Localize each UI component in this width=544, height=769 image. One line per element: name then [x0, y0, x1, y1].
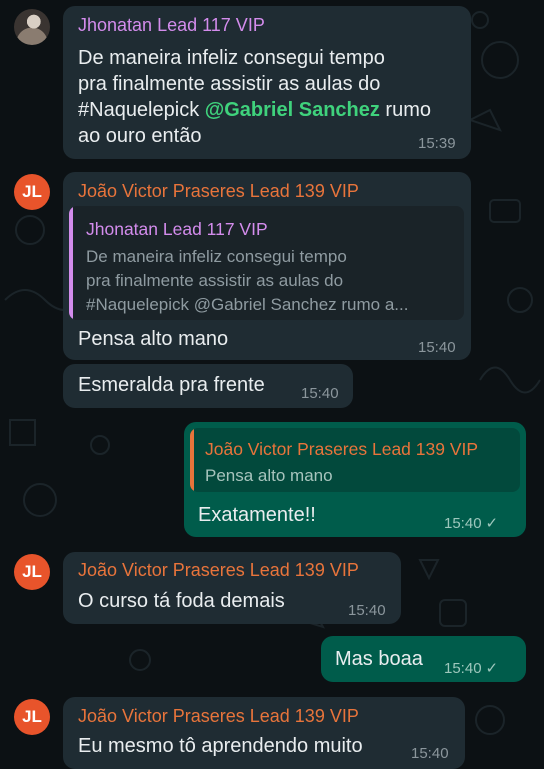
message-time: 15:40: [348, 602, 386, 619]
quote-line: #Naquelepick @Gabriel Sanchez rumo a...: [86, 295, 409, 314]
sender-name[interactable]: Jhonatan Lead 117 VIP: [78, 15, 265, 36]
message-row[interactable]: Esmeralda pra frente 15:40: [0, 364, 544, 412]
message-text: Eu mesmo tô aprendendo muito: [78, 735, 363, 757]
message-row[interactable]: João Victor Praseres Lead 139 VIP Pensa …: [0, 422, 544, 542]
message-time: 15:40 ✓: [444, 514, 498, 532]
message-row[interactable]: Jhonatan Lead 117 VIP De maneira infeliz…: [0, 0, 544, 165]
quote-sender: João Victor Praseres Lead 139 VIP: [205, 439, 479, 459]
message-time-value: 15:40: [444, 660, 482, 677]
message-bubble[interactable]: João Victor Praseres Lead 139 VIP Jhonat…: [63, 172, 471, 360]
user-avatar[interactable]: JL: [14, 554, 50, 590]
message-bubble[interactable]: João Victor Praseres Lead 139 VIP Pensa …: [184, 422, 526, 537]
quote-line: De maneira infeliz consegui tempo: [86, 247, 347, 266]
quote-sender: Jhonatan Lead 117 VIP: [86, 219, 268, 239]
message-line: #Naquelepick @Gabriel Sanchez rumo: [78, 97, 431, 124]
message-line: ao ouro então: [78, 125, 202, 147]
message-time-value: 15:40: [444, 515, 482, 532]
message-time: 15:40 ✓: [444, 659, 498, 677]
message-bubble[interactable]: Mas boaa 15:40 ✓: [321, 636, 526, 682]
message-line: pra finalmente assistir as aulas do: [78, 73, 381, 95]
message-text: Mas boaa: [335, 648, 423, 670]
single-check-icon: ✓: [485, 515, 499, 532]
message-row[interactable]: Mas boaa 15:40 ✓: [0, 636, 544, 686]
quote-line: pra finalmente assistir as aulas do: [86, 271, 344, 290]
quote-bar: [69, 206, 73, 320]
message-row[interactable]: JL João Victor Praseres Lead 139 VIP O c…: [0, 550, 544, 630]
sender-name[interactable]: João Victor Praseres Lead 139 VIP: [78, 560, 359, 581]
message-text: Pensa alto mano: [78, 328, 229, 350]
message-bubble[interactable]: João Victor Praseres Lead 139 VIP O curs…: [63, 552, 401, 624]
reply-quote[interactable]: João Victor Praseres Lead 139 VIP Pensa …: [190, 428, 520, 492]
quote-bar: [190, 428, 194, 492]
message-bubble[interactable]: Esmeralda pra frente 15:40: [63, 364, 353, 408]
user-avatar[interactable]: JL: [14, 699, 50, 735]
message-time: 15:40: [418, 339, 456, 356]
message-time: 15:39: [418, 135, 456, 152]
message-bubble[interactable]: Jhonatan Lead 117 VIP De maneira infeliz…: [63, 6, 471, 159]
message-line: De maneira infeliz consegui tempo: [78, 47, 385, 69]
single-check-icon: ✓: [485, 660, 499, 677]
message-text: Exatamente!!: [198, 504, 316, 526]
hashtag-text: #Naquelepick: [78, 99, 205, 121]
user-mention[interactable]: @Gabriel Sanchez: [205, 99, 380, 121]
message-row[interactable]: JL João Victor Praseres Lead 139 VIP Eu …: [0, 695, 544, 769]
message-row[interactable]: JL João Victor Praseres Lead 139 VIP Jho…: [0, 168, 544, 363]
user-avatar[interactable]: JL: [14, 174, 50, 210]
message-time: 15:40: [301, 385, 339, 402]
message-text-tail: rumo: [379, 99, 431, 121]
message-time: 15:40: [411, 745, 449, 762]
message-bubble[interactable]: João Victor Praseres Lead 139 VIP Eu mes…: [63, 697, 465, 769]
message-text: Esmeralda pra frente: [78, 374, 265, 396]
sender-name[interactable]: João Victor Praseres Lead 139 VIP: [78, 706, 359, 727]
quote-text: Pensa alto mano: [205, 466, 333, 485]
message-text: O curso tá foda demais: [78, 590, 285, 612]
sender-name[interactable]: João Victor Praseres Lead 139 VIP: [78, 181, 359, 202]
user-avatar[interactable]: [14, 9, 50, 45]
reply-quote[interactable]: Jhonatan Lead 117 VIP De maneira infeliz…: [69, 206, 464, 320]
